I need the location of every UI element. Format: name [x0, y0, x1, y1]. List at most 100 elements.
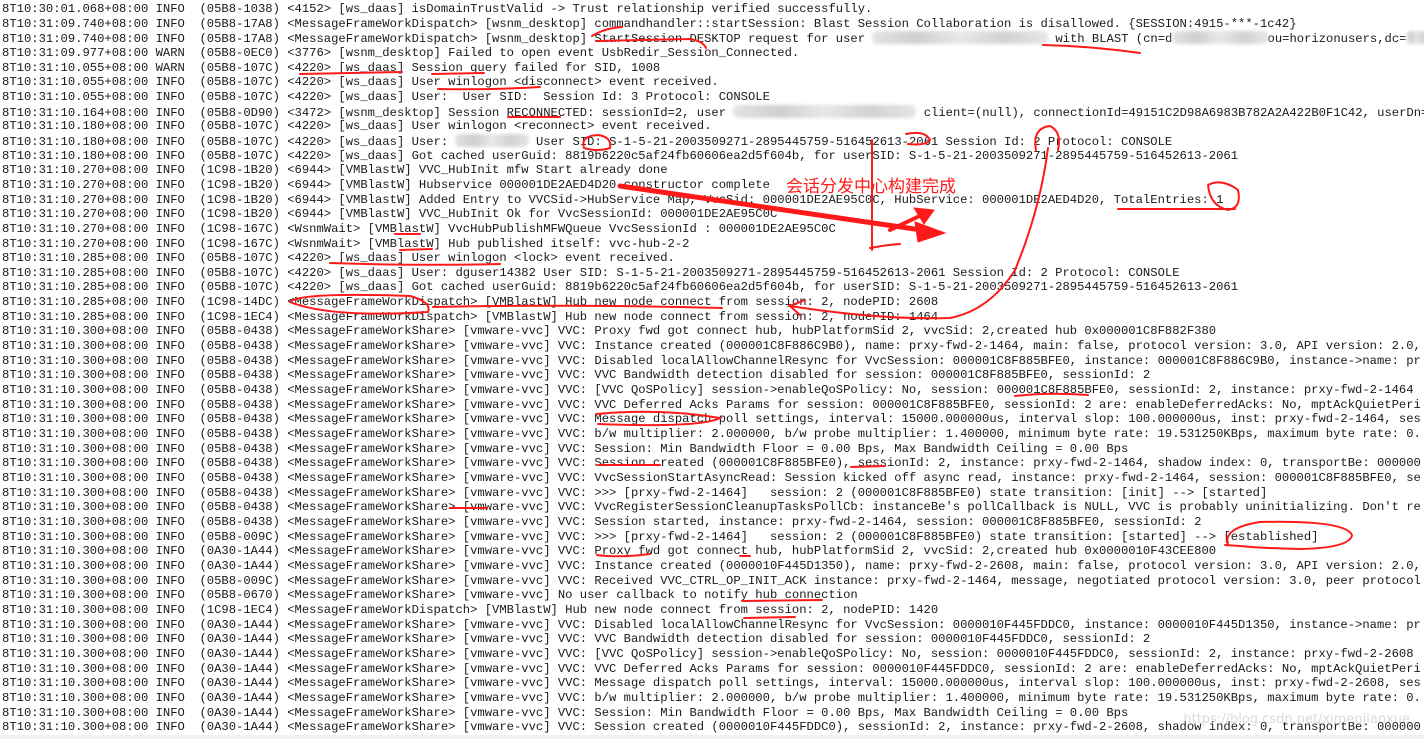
log-line: 8T10:31:10.164+08:00 INFO (05B8-0D90) <3… — [2, 104, 1424, 120]
log-text: 8T10:31:10.300+08:00 INFO (05B8-0438) <M… — [2, 397, 1421, 412]
log-text: 8T10:31:10.300+08:00 INFO (05B8-009C) <M… — [2, 529, 1319, 544]
log-viewer: 8T10:30:01.068+08:00 INFO (05B8-1038) <4… — [2, 2, 1424, 735]
log-line: 8T10:31:10.300+08:00 INFO (0A30-1A44) <M… — [2, 559, 1424, 574]
log-line: 8T10:31:10.300+08:00 INFO (05B8-009C) <M… — [2, 574, 1424, 589]
log-text: 8T10:30:01.068+08:00 INFO (05B8-1038) <4… — [2, 2, 873, 16]
log-text: 8T10:31:10.180+08:00 INFO (05B8-107C) <4… — [2, 148, 1239, 163]
log-text: 8T10:31:10.285+08:00 INFO (1C98-14DC) <M… — [2, 295, 939, 310]
log-line: 8T10:31:09.740+08:00 INFO (05B8-17A8) <M… — [2, 17, 1424, 32]
log-text: 8T10:31:10.285+08:00 INFO (05B8-107C) <4… — [2, 280, 1239, 295]
log-line: 8T10:31:10.300+08:00 INFO (0A30-1A44) <M… — [2, 662, 1424, 677]
log-line: 8T10:31:10.270+08:00 INFO (1C98-167C) <W… — [2, 222, 1424, 237]
log-text: 8T10:31:10.300+08:00 INFO (05B8-0670) <M… — [2, 588, 858, 603]
log-line: 8T10:31:10.180+08:00 INFO (05B8-107C) <4… — [2, 149, 1424, 164]
log-text: client=(null), connectionId=49151C2D98A6… — [916, 105, 1424, 120]
redacted-text — [733, 104, 917, 118]
log-text: with BLAST (cn=d — [1048, 32, 1173, 47]
log-text: 8T10:31:10.300+08:00 INFO (05B8-009C) <M… — [2, 573, 1421, 588]
redacted-text — [1406, 31, 1424, 45]
log-text: 8T10:31:10.055+08:00 INFO (05B8-107C) <4… — [2, 75, 719, 90]
log-text: 8T10:31:10.300+08:00 INFO (0A30-1A44) <M… — [2, 646, 1414, 661]
log-line: 8T10:31:10.300+08:00 INFO (0A30-1A44) <M… — [2, 618, 1424, 633]
log-text: 8T10:31:10.285+08:00 INFO (05B8-107C) <4… — [2, 265, 1180, 280]
log-text: 8T10:31:10.270+08:00 INFO (1C98-1B20) <6… — [2, 207, 778, 222]
log-line: 8T10:31:10.300+08:00 INFO (0A30-1A44) <M… — [2, 544, 1424, 559]
log-text: 8T10:31:10.300+08:00 INFO (05B8-0438) <M… — [2, 471, 1421, 485]
log-text: 8T10:31:10.164+08:00 INFO (05B8-0D90) <3… — [2, 105, 734, 120]
log-line: 8T10:31:10.300+08:00 INFO (05B8-0438) <M… — [2, 442, 1424, 457]
log-text: 8T10:31:10.300+08:00 INFO (05B8-0438) <M… — [2, 485, 1268, 500]
watermark: https://blog.csdn.net/ximenjianxue — [1183, 712, 1410, 727]
log-line: 8T10:31:10.300+08:00 INFO (1C98-1EC4) <M… — [2, 603, 1424, 618]
log-text: ou=horizonusers,dc= — [1267, 32, 1407, 47]
log-line: 8T10:31:10.300+08:00 INFO (05B8-0438) <M… — [2, 368, 1424, 383]
log-line: 8T10:31:10.285+08:00 INFO (1C98-1EC4) <M… — [2, 310, 1424, 325]
log-text: 8T10:31:10.270+08:00 INFO (1C98-1B20) <6… — [2, 192, 1224, 207]
log-text: 8T10:31:10.300+08:00 INFO (05B8-0438) <M… — [2, 514, 1202, 529]
log-text: 8T10:31:10.300+08:00 INFO (05B8-0438) <M… — [2, 427, 1421, 442]
log-line: 8T10:31:10.285+08:00 INFO (1C98-14DC) <M… — [2, 295, 1424, 310]
log-text: 8T10:31:10.300+08:00 INFO (05B8-0438) <M… — [2, 368, 1151, 383]
log-line: 8T10:31:10.300+08:00 INFO (05B8-0438) <M… — [2, 339, 1424, 354]
log-text: 8T10:31:10.300+08:00 INFO (05B8-0438) <M… — [2, 441, 1129, 456]
log-text: 8T10:31:10.300+08:00 INFO (0A30-1A44) <M… — [2, 661, 1421, 676]
log-line: 8T10:31:10.300+08:00 INFO (05B8-0438) <M… — [2, 354, 1424, 369]
redacted-text — [872, 31, 1049, 45]
redacted-text — [1172, 31, 1268, 45]
log-line: 8T10:31:10.300+08:00 INFO (05B8-0438) <M… — [2, 427, 1424, 442]
log-line: 8T10:31:10.180+08:00 INFO (05B8-107C) <4… — [2, 119, 1424, 134]
log-text: 8T10:31:10.270+08:00 INFO (1C98-167C) <W… — [2, 221, 836, 236]
log-line: 8T10:31:10.270+08:00 INFO (1C98-167C) <W… — [2, 237, 1424, 252]
log-text: 8T10:31:09.740+08:00 INFO (05B8-17A8) <M… — [2, 16, 1297, 31]
log-text: 8T10:31:10.300+08:00 INFO (05B8-0438) <M… — [2, 339, 1421, 354]
log-line: 8T10:31:10.300+08:00 INFO (05B8-0438) <M… — [2, 486, 1424, 501]
log-text: 8T10:31:10.285+08:00 INFO (05B8-107C) <4… — [2, 251, 675, 266]
log-line: 8T10:31:10.300+08:00 INFO (05B8-0438) <M… — [2, 500, 1424, 515]
log-line: 8T10:31:10.270+08:00 INFO (1C98-1B20) <6… — [2, 207, 1424, 222]
log-text: 8T10:31:10.270+08:00 INFO (1C98-1B20) <6… — [2, 177, 770, 192]
log-text: 8T10:31:10.300+08:00 INFO (0A30-1A44) <M… — [2, 632, 1151, 647]
log-text: 8T10:31:10.300+08:00 INFO (05B8-0438) <M… — [2, 412, 1421, 427]
log-text: 8T10:31:10.300+08:00 INFO (05B8-0438) <M… — [2, 500, 1421, 515]
log-line: 8T10:31:10.300+08:00 INFO (05B8-0438) <M… — [2, 398, 1424, 413]
log-line: 8T10:31:10.055+08:00 WARN (05B8-107C) <4… — [2, 61, 1424, 76]
log-line: 8T10:31:10.270+08:00 INFO (1C98-1B20) <6… — [2, 178, 1424, 193]
log-text: 8T10:31:10.270+08:00 INFO (1C98-1B20) <6… — [2, 163, 668, 178]
log-line: 8T10:31:10.270+08:00 INFO (1C98-1B20) <6… — [2, 163, 1424, 178]
log-text: 8T10:31:10.300+08:00 INFO (05B8-0438) <M… — [2, 324, 1217, 339]
log-line: 8T10:31:10.300+08:00 INFO (05B8-0438) <M… — [2, 383, 1424, 398]
log-text: 8T10:31:10.285+08:00 INFO (1C98-1EC4) <M… — [2, 309, 939, 324]
log-line: 8T10:31:10.055+08:00 INFO (05B8-107C) <4… — [2, 75, 1424, 90]
log-line: 8T10:31:10.300+08:00 INFO (05B8-0438) <M… — [2, 471, 1424, 486]
log-line: 8T10:31:10.300+08:00 INFO (05B8-0670) <M… — [2, 588, 1424, 603]
log-line: 8T10:31:10.300+08:00 INFO (0A30-1A44) <M… — [2, 647, 1424, 662]
log-text: 8T10:31:10.300+08:00 INFO (05B8-0438) <M… — [2, 353, 1421, 368]
log-text: 8T10:31:10.300+08:00 INFO (0A30-1A44) <M… — [2, 690, 1421, 705]
redacted-text — [455, 133, 529, 147]
log-text: 8T10:31:10.055+08:00 WARN (05B8-107C) <4… — [2, 60, 661, 75]
log-line: 8T10:31:09.740+08:00 INFO (05B8-17A8) <M… — [2, 31, 1424, 46]
log-text: 8T10:31:10.270+08:00 INFO (1C98-167C) <W… — [2, 236, 690, 251]
log-line: 8T10:31:10.300+08:00 INFO (05B8-0438) <M… — [2, 456, 1424, 471]
log-text: 8T10:31:10.300+08:00 INFO (0A30-1A44) <M… — [2, 558, 1421, 573]
log-line: 8T10:31:10.300+08:00 INFO (05B8-0438) <M… — [2, 412, 1424, 427]
log-line: 8T10:31:10.300+08:00 INFO (0A30-1A44) <M… — [2, 676, 1424, 691]
log-line: 8T10:31:10.300+08:00 INFO (0A30-1A44) <M… — [2, 691, 1424, 706]
log-line: 8T10:31:10.300+08:00 INFO (05B8-0438) <M… — [2, 324, 1424, 339]
log-text: 8T10:31:10.180+08:00 INFO (05B8-107C) <4… — [2, 119, 712, 134]
log-text: 8T10:31:09.740+08:00 INFO (05B8-17A8) <M… — [2, 32, 873, 47]
annotation-note: 会话分发中心构建完成 — [786, 177, 956, 197]
log-text: 8T10:31:10.300+08:00 INFO (05B8-0438) <M… — [2, 456, 1421, 471]
log-text: 8T10:31:10.300+08:00 INFO (1C98-1EC4) <M… — [2, 602, 939, 617]
horizontal-scrollbar[interactable] — [0, 735, 1424, 739]
log-line: 8T10:31:10.300+08:00 INFO (05B8-0438) <M… — [2, 515, 1424, 530]
log-line: 8T10:31:10.300+08:00 INFO (05B8-009C) <M… — [2, 530, 1424, 545]
log-text: 8T10:31:10.300+08:00 INFO (05B8-0438) <M… — [2, 383, 1414, 398]
log-text: 8T10:31:10.300+08:00 INFO (0A30-1A44) <M… — [2, 617, 1421, 632]
log-line: 8T10:31:10.285+08:00 INFO (05B8-107C) <4… — [2, 280, 1424, 295]
log-line: 8T10:31:10.270+08:00 INFO (1C98-1B20) <6… — [2, 193, 1424, 208]
log-text: 8T10:31:10.180+08:00 INFO (05B8-107C) <4… — [2, 134, 456, 149]
log-line: 8T10:30:01.068+08:00 INFO (05B8-1038) <4… — [2, 2, 1424, 17]
log-text: 8T10:31:10.300+08:00 INFO (0A30-1A44) <M… — [2, 676, 1421, 691]
log-line: 8T10:31:10.180+08:00 INFO (05B8-107C) <4… — [2, 133, 1424, 149]
